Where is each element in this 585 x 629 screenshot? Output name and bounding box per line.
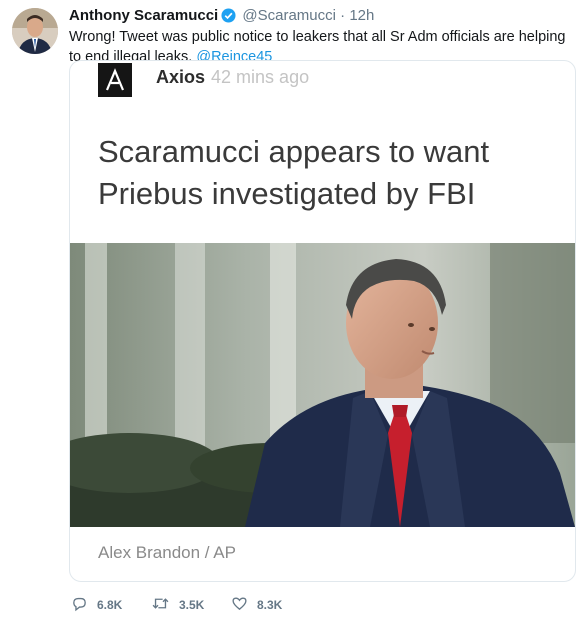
separator-dot: · [340,7,346,24]
like-count: 8.3K [257,598,283,612]
retweet-count: 3.5K [179,598,205,612]
tweet: Anthony Scaramucci @Scaramucci · 12h Wro… [0,0,585,629]
handle[interactable]: @Scaramucci [242,7,336,24]
avatar[interactable] [12,8,58,54]
retweet-button[interactable]: 3.5K [151,593,204,617]
photo-credit: Alex Brandon / AP [98,543,236,562]
reply-button[interactable]: 6.8K [71,593,122,617]
reply-count: 6.8K [97,598,123,612]
card-headline[interactable]: Scaramucci appears to want Priebus inves… [98,131,558,215]
source-name: Axios [156,67,206,87]
card-photo [70,243,575,527]
verified-badge-icon [221,8,236,28]
tweet-header: Anthony Scaramucci @Scaramucci · 12h [69,7,374,28]
timestamp[interactable]: 12h [349,7,374,24]
link-card[interactable]: Axios 42 mins ago Scaramucci appears to w… [69,60,576,582]
reply-icon [71,595,97,615]
display-name[interactable]: Anthony Scaramucci [69,7,218,24]
card-source: Axios 42 mins ago [156,67,309,88]
retweet-icon [151,595,179,615]
like-icon [231,595,257,615]
card-preview: Axios 42 mins ago Scaramucci appears to w… [70,61,575,243]
axios-logo [98,63,132,97]
source-age: 42 mins ago [211,67,310,87]
like-button[interactable]: 8.3K [231,593,282,617]
